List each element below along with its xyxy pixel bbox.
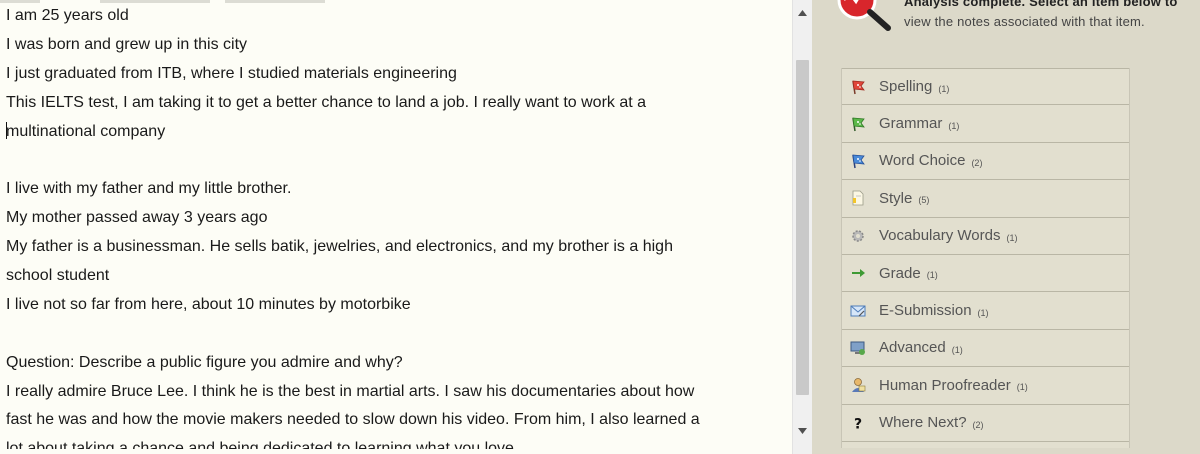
document-icon — [850, 190, 866, 206]
question-icon: ? — [850, 415, 866, 431]
menu-label: Grammar — [879, 115, 943, 133]
text-line: multinational company — [6, 122, 166, 140]
menu-label: Advanced — [879, 339, 946, 357]
menu-count: (1) — [938, 83, 950, 94]
analysis-menu: Spelling (1) Grammar (1) Word Choice (2)… — [841, 68, 1130, 448]
text-line: My father is a businessman. He sells bat… — [6, 238, 673, 256]
blue-flag-icon — [850, 153, 866, 169]
text-line: fast he was and how the movie makers nee… — [6, 411, 700, 429]
editor-text[interactable]: I am 25 years old I was born and grew up… — [6, 2, 786, 449]
text-line-with-caret: multinational company — [6, 118, 786, 147]
triangle-down-icon — [798, 428, 807, 434]
scroll-up-button[interactable] — [793, 2, 812, 24]
menu-item-style[interactable]: Style (5) — [842, 180, 1129, 218]
menu-label: Spelling — [879, 78, 933, 96]
menu-item-vocabulary-words[interactable]: Vocabulary Words (1) — [842, 218, 1129, 255]
menu-label: Word Choice — [879, 152, 966, 170]
text-line-partial: lot about taking a chance and being dedi… — [6, 440, 514, 450]
text-line: I live not so far from here, about 10 mi… — [6, 295, 411, 313]
menu-label: E-Submission — [879, 302, 972, 320]
menu-label: Grade — [879, 264, 921, 282]
editor-scrollbar[interactable] — [792, 0, 812, 454]
menu-item-grade[interactable]: Grade (1) — [842, 255, 1129, 293]
menu-label: Vocabulary Words — [879, 227, 1001, 245]
scrollbar-thumb[interactable] — [796, 60, 809, 395]
analysis-hint: Analysis complete. Select an item below … — [904, 0, 1194, 31]
menu-count: (1) — [926, 270, 938, 281]
menu-item-advanced[interactable]: Advanced (1) — [842, 330, 1129, 368]
text-line: I am 25 years old — [6, 7, 129, 24]
text-line: I just graduated from ITB, where I studi… — [6, 64, 457, 82]
menu-count: (1) — [1016, 382, 1028, 393]
text-line: I live with my father and my little brot… — [6, 180, 292, 198]
text-line: school student — [6, 267, 110, 285]
menu-item-human-proofreader[interactable]: Human Proofreader (1) — [842, 367, 1129, 405]
menu-label: Style — [879, 189, 913, 207]
text-line: I really admire Bruce Lee. I think he is… — [6, 382, 695, 400]
text-line: My mother passed away 3 years ago — [6, 209, 268, 227]
gear-icon — [850, 228, 866, 244]
monitor-icon — [850, 340, 866, 356]
analysis-hint-title: Analysis complete. Select an item below … — [904, 0, 1178, 9]
red-flag-icon — [850, 79, 866, 95]
analysis-hint-text: view the notes associated with that item… — [904, 13, 1145, 29]
triangle-up-icon — [798, 10, 807, 16]
text-line: I was born and grew up in this city — [6, 35, 248, 53]
menu-label: Where Next? — [879, 414, 967, 432]
menu-item-spelling[interactable]: Spelling (1) — [842, 68, 1129, 106]
menu-count: (1) — [1006, 232, 1018, 243]
menu-count: (1) — [948, 120, 960, 131]
menu-item-word-choice[interactable]: Word Choice (2) — [842, 143, 1129, 181]
menu-count: (1) — [951, 344, 963, 355]
person-icon — [850, 377, 866, 393]
text-line: Question: Describe a public figure you a… — [6, 353, 403, 371]
menu-item-grammar[interactable]: Grammar (1) — [842, 105, 1129, 143]
menu-count: (1) — [977, 307, 989, 318]
menu-count: (2) — [971, 157, 983, 168]
essay-text-editor[interactable]: I am 25 years old I was born and grew up… — [0, 0, 792, 454]
scroll-down-button[interactable] — [793, 420, 812, 442]
menu-item-where-next[interactable]: ? Where Next? (2) — [842, 405, 1129, 442]
text-line — [6, 146, 786, 175]
svg-text:?: ? — [854, 416, 862, 431]
green-flag-icon — [850, 116, 866, 132]
menu-count: (2) — [972, 419, 984, 430]
menu-count: (5) — [918, 195, 930, 206]
arrow-right-icon — [850, 265, 866, 281]
menu-label: Human Proofreader — [879, 376, 1011, 394]
text-line — [6, 320, 786, 349]
magnifier-chart-icon — [837, 0, 891, 31]
envelope-icon — [850, 303, 866, 319]
menu-item-e-submission[interactable]: E-Submission (1) — [842, 292, 1129, 330]
text-line: This IELTS test, I am taking it to get a… — [6, 93, 647, 111]
analysis-panel: Analysis complete. Select an item below … — [812, 0, 1200, 454]
